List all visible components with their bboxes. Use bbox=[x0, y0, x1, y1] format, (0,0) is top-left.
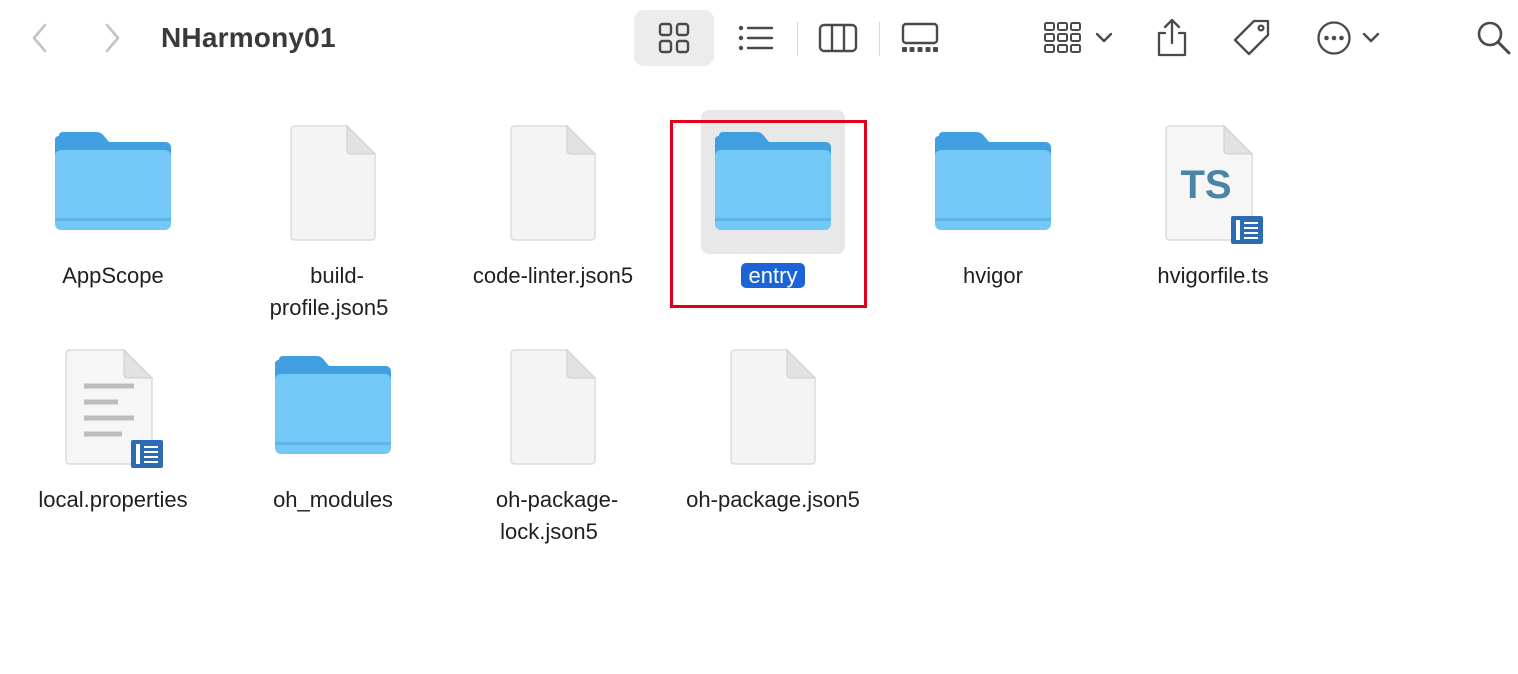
file-name: AppScope bbox=[62, 263, 164, 288]
typescript-file-icon: TS bbox=[1141, 110, 1285, 254]
document-icon bbox=[481, 334, 625, 478]
annotation-highlight-box bbox=[670, 120, 867, 308]
folder-icon bbox=[41, 110, 185, 254]
file-name: oh-package.json5 bbox=[686, 487, 860, 512]
folder-icon bbox=[261, 334, 405, 478]
document-icon bbox=[701, 334, 845, 478]
folder-icon bbox=[921, 110, 1065, 254]
file-name: hvigor bbox=[963, 263, 1023, 288]
text-document-icon bbox=[41, 334, 185, 478]
file-name: hvigorfile.ts bbox=[1157, 263, 1269, 288]
file-name: code-linter.json5 bbox=[472, 263, 634, 288]
document-icon bbox=[481, 110, 625, 254]
document-icon bbox=[261, 110, 405, 254]
file-grid: AppScope build- profile.json5 code-linte… bbox=[0, 0, 1518, 674]
file-name: oh-package- lock.json5 bbox=[495, 487, 619, 544]
file-name: build- profile.json5 bbox=[269, 263, 389, 320]
svg-text:TS: TS bbox=[1180, 163, 1231, 207]
file-name: oh_modules bbox=[273, 487, 393, 512]
file-name: local.properties bbox=[38, 487, 188, 512]
